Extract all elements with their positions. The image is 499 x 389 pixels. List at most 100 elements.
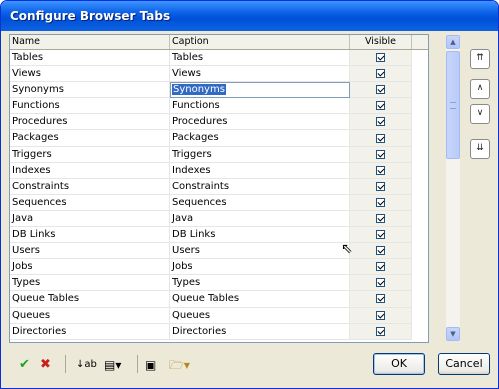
row-name-cell: Types xyxy=(10,275,170,292)
grid-header: Name Caption Visible xyxy=(10,35,428,50)
table-row[interactable]: Users Users xyxy=(10,243,428,260)
visible-checkbox[interactable] xyxy=(376,117,385,127)
visible-checkbox[interactable] xyxy=(376,165,385,175)
cancel-icon[interactable]: ✖ xyxy=(40,356,51,374)
move-down-icon: ∨ xyxy=(476,108,484,118)
visible-checkbox[interactable] xyxy=(376,149,385,159)
select-icon[interactable]: ▣ xyxy=(145,356,156,374)
table-row[interactable]: Jobs Jobs xyxy=(10,259,428,276)
move-bottom-icon: ⇊ xyxy=(476,143,484,153)
row-name-cell: Synonyms xyxy=(10,82,170,99)
table-row[interactable]: Constraints Constraints xyxy=(10,178,428,195)
row-caption-cell[interactable]: Types xyxy=(170,275,350,292)
row-caption-cell[interactable]: Indexes xyxy=(170,162,350,179)
row-name-cell: DB Links xyxy=(10,227,170,244)
open-folder-icon[interactable]: 🗁▾ xyxy=(169,356,190,374)
visible-checkbox[interactable] xyxy=(376,69,385,79)
visible-checkbox[interactable] xyxy=(376,213,385,223)
toolbar-separator xyxy=(137,355,138,373)
move-down-button[interactable]: ∨ xyxy=(470,104,490,124)
window-title: Configure Browser Tabs xyxy=(10,9,171,23)
table-row[interactable]: Packages Packages xyxy=(10,130,428,147)
row-name-cell: Directories xyxy=(10,323,170,340)
row-caption-cell[interactable]: Users xyxy=(170,243,350,260)
row-name-cell: Queues xyxy=(10,307,170,324)
table-row[interactable]: Tables Tables xyxy=(10,50,428,67)
configure-browser-tabs-dialog: Configure Browser Tabs Name Caption Visi… xyxy=(0,0,499,389)
table-row[interactable]: Queue Tables Queue Tables xyxy=(10,291,428,308)
sort-icon[interactable]: ↓ab xyxy=(76,356,97,374)
scroll-thumb[interactable] xyxy=(446,51,460,159)
table-row[interactable]: Directories Directories xyxy=(10,323,428,340)
table-row[interactable]: Types Types xyxy=(10,275,428,292)
tabs-grid[interactable]: Name Caption Visible Tables Tables Views Vi… xyxy=(9,34,429,343)
vertical-scrollbar[interactable]: ▲ ▼ xyxy=(446,35,460,341)
move-up-button[interactable]: ∧ xyxy=(470,79,490,99)
row-caption-cell[interactable]: Functions xyxy=(170,98,350,115)
table-row[interactable]: Queues Queues xyxy=(10,307,428,324)
row-caption-cell[interactable]: Views xyxy=(170,66,350,83)
visible-checkbox[interactable] xyxy=(376,326,385,336)
move-top-button[interactable]: ⇈ xyxy=(470,49,490,69)
table-row[interactable]: Procedures Procedures xyxy=(10,114,428,131)
row-caption-cell[interactable]: Java xyxy=(170,210,350,228)
row-visible-cell xyxy=(350,323,412,340)
row-visible-cell xyxy=(350,162,412,179)
table-row[interactable]: Views Views xyxy=(10,66,428,83)
row-caption-cell[interactable]: Synonyms xyxy=(170,82,350,99)
visible-checkbox[interactable] xyxy=(376,181,385,191)
row-visible-cell xyxy=(350,210,412,228)
caption-edit-text[interactable]: Synonyms xyxy=(172,84,226,96)
row-name-cell: Constraints xyxy=(10,178,170,195)
row-caption-cell[interactable]: Procedures xyxy=(170,114,350,131)
table-row[interactable]: Triggers Triggers xyxy=(10,146,428,163)
mouse-cursor-icon: ⇖ xyxy=(341,241,353,257)
row-caption-cell[interactable]: Packages xyxy=(170,130,350,147)
copy-icon[interactable]: ▤▾ xyxy=(104,356,121,374)
row-caption-cell[interactable]: Sequences xyxy=(170,194,350,211)
move-bottom-button[interactable]: ⇊ xyxy=(470,139,490,159)
row-caption-cell[interactable]: Constraints xyxy=(170,178,350,195)
scroll-up-icon[interactable]: ▲ xyxy=(446,35,460,49)
table-row[interactable]: Indexes Indexes xyxy=(10,162,428,179)
visible-checkbox[interactable] xyxy=(376,85,385,95)
column-header-visible[interactable]: Visible xyxy=(350,35,412,49)
table-row[interactable]: Functions Functions xyxy=(10,98,428,115)
visible-checkbox[interactable] xyxy=(376,133,385,143)
column-header-name[interactable]: Name xyxy=(10,35,170,49)
visible-checkbox[interactable] xyxy=(376,294,385,304)
visible-checkbox[interactable] xyxy=(376,230,385,240)
row-caption-cell[interactable]: Jobs xyxy=(170,259,350,276)
scroll-down-icon[interactable]: ▼ xyxy=(446,327,460,341)
row-caption-cell[interactable]: Directories xyxy=(170,323,350,340)
table-row[interactable]: Synonyms Synonyms xyxy=(10,82,428,99)
visible-checkbox[interactable] xyxy=(376,53,385,63)
table-row[interactable]: Sequences Sequences xyxy=(10,194,428,211)
visible-checkbox[interactable] xyxy=(376,246,385,256)
title-bar[interactable]: Configure Browser Tabs xyxy=(1,1,498,31)
row-caption-cell[interactable]: Queues xyxy=(170,307,350,324)
cancel-button[interactable]: Cancel xyxy=(438,353,490,375)
visible-checkbox[interactable] xyxy=(376,310,385,320)
row-name-cell: Tables xyxy=(10,50,170,67)
table-row[interactable]: Java Java xyxy=(10,210,428,228)
row-caption-cell[interactable]: Tables xyxy=(170,50,350,67)
move-up-icon: ∧ xyxy=(476,83,484,93)
table-row[interactable]: DB Links DB Links xyxy=(10,227,428,244)
row-caption-cell[interactable]: DB Links xyxy=(170,227,350,244)
row-visible-cell xyxy=(350,146,412,163)
visible-checkbox[interactable] xyxy=(376,262,385,272)
row-name-cell: Triggers xyxy=(10,146,170,163)
column-header-caption[interactable]: Caption xyxy=(170,35,350,49)
ok-button[interactable]: OK xyxy=(373,353,425,375)
visible-checkbox[interactable] xyxy=(376,101,385,111)
row-caption-cell[interactable]: Triggers xyxy=(170,146,350,163)
visible-checkbox[interactable] xyxy=(376,197,385,207)
row-caption-cell[interactable]: Queue Tables xyxy=(170,291,350,308)
row-visible-cell xyxy=(350,227,412,244)
row-visible-cell xyxy=(350,114,412,131)
row-visible-cell xyxy=(350,98,412,115)
visible-checkbox[interactable] xyxy=(376,278,385,288)
accept-icon[interactable]: ✔ xyxy=(19,356,30,374)
row-name-cell: Queue Tables xyxy=(10,291,170,308)
